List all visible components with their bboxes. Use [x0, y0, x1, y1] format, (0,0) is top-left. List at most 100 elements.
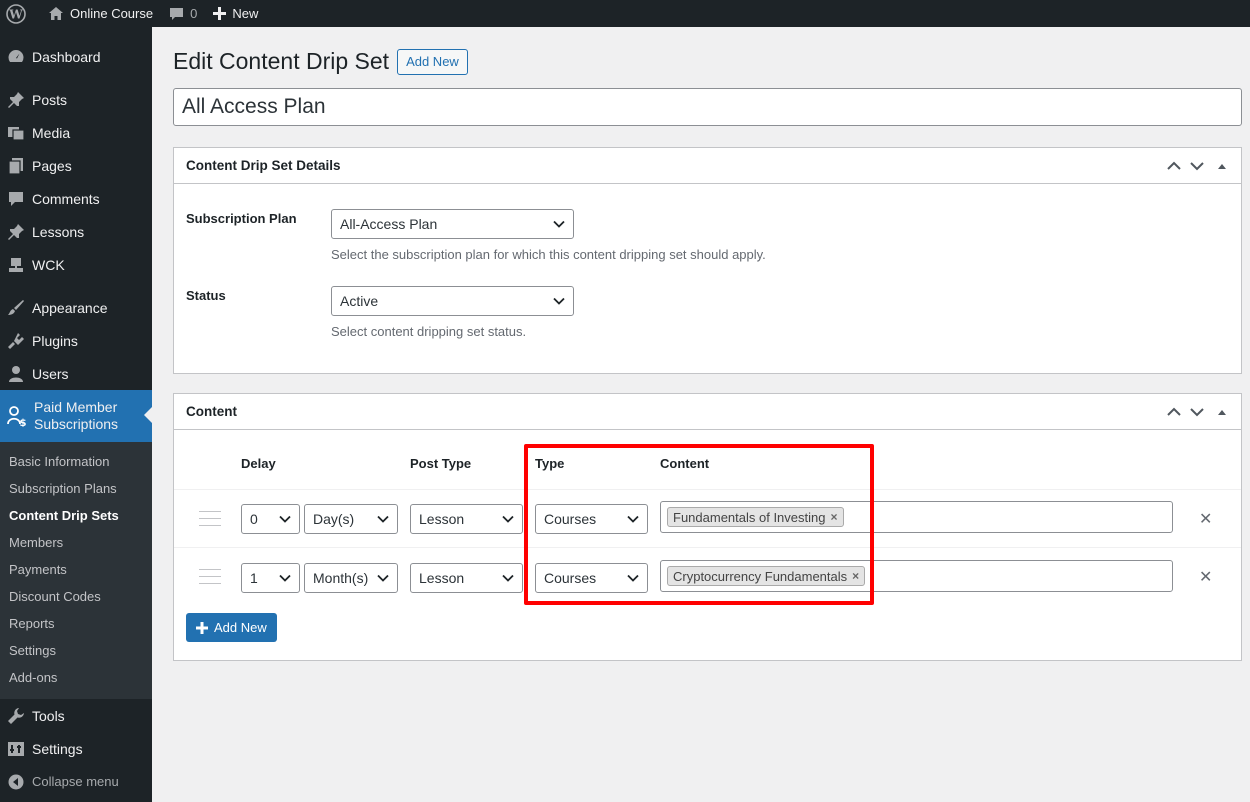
details-postbox-header[interactable]: Content Drip Set Details	[174, 148, 1241, 184]
dashboard-icon	[7, 48, 25, 66]
toggle-panel-icon[interactable]	[1213, 161, 1231, 171]
media-icon	[7, 124, 25, 142]
collapse-menu-button[interactable]: Collapse menu	[0, 765, 152, 798]
site-name-link[interactable]: Online Course	[40, 0, 161, 27]
type-select[interactable]: Courses	[535, 563, 648, 593]
tag-remove-icon[interactable]: ×	[830, 510, 837, 524]
subscription-plan-row: Subscription Plan All-Access Plan Select…	[186, 209, 766, 262]
wck-icon	[7, 256, 25, 274]
submenu-add-ons[interactable]: Add-ons	[0, 664, 152, 691]
chevron-down-icon	[377, 515, 389, 523]
comments-count: 0	[190, 6, 198, 21]
type-select[interactable]: Courses	[535, 504, 648, 534]
move-down-icon[interactable]	[1190, 407, 1204, 417]
content-postbox-header[interactable]: Content	[174, 394, 1241, 430]
sidebar-item-dashboard[interactable]: Dashboard	[0, 40, 152, 73]
delay-select[interactable]: 0	[241, 504, 300, 534]
content-select[interactable]: Fundamentals of Investing ×	[660, 501, 1173, 533]
move-up-icon[interactable]	[1167, 161, 1181, 171]
remove-row-icon[interactable]: ✕	[1199, 567, 1212, 587]
subscription-plan-value: All-Access Plan	[340, 216, 438, 232]
sidebar-item-media[interactable]: Media	[0, 116, 152, 149]
svg-text:W: W	[8, 7, 23, 21]
move-down-icon[interactable]	[1190, 161, 1204, 171]
delay-unit-select[interactable]: Month(s)	[304, 563, 398, 593]
sidebar-item-tools[interactable]: Tools	[0, 699, 152, 732]
sidebar-item-label: Dashboard	[32, 48, 101, 65]
drip-row: 0 Day(s) Lesson Courses Fundamentals of …	[174, 489, 1241, 547]
chevron-down-icon	[553, 297, 565, 305]
title-input[interactable]: All Access Plan	[173, 88, 1242, 126]
add-new-row-button[interactable]: Add New	[186, 613, 277, 642]
drag-handle[interactable]	[199, 569, 221, 590]
sidebar-item-comments[interactable]: Comments	[0, 182, 152, 215]
wrench-icon	[7, 707, 25, 725]
comments-link[interactable]: 0	[161, 0, 205, 27]
users-icon	[7, 365, 25, 383]
content-heading: Content	[186, 404, 237, 419]
post-type-select[interactable]: Lesson	[410, 504, 523, 534]
details-postbox: Content Drip Set Details Subscription Pl…	[173, 147, 1242, 374]
sidebar-item-appearance[interactable]: Appearance	[0, 291, 152, 324]
submenu-reports[interactable]: Reports	[0, 610, 152, 637]
subscription-plan-select[interactable]: All-Access Plan	[331, 209, 574, 239]
subscription-plan-description: Select the subscription plan for which t…	[331, 247, 766, 262]
delay-select[interactable]: 1	[241, 563, 300, 593]
delay-unit-select[interactable]: Day(s)	[304, 504, 398, 534]
sidebar-item-label: Plugins	[32, 332, 78, 349]
content-tag: Cryptocurrency Fundamentals ×	[667, 566, 866, 586]
submenu-members[interactable]: Members	[0, 529, 152, 556]
status-description: Select content dripping set status.	[331, 324, 527, 339]
plus-icon	[213, 7, 227, 20]
sidebar-item-label: Posts	[32, 91, 68, 108]
sidebar-item-label: Paid Member Subscriptions	[34, 399, 119, 432]
submenu-basic-information[interactable]: Basic Information	[0, 448, 152, 475]
wordpress-logo[interactable]: W	[0, 0, 34, 27]
submenu-discount-codes[interactable]: Discount Codes	[0, 583, 152, 610]
home-icon	[49, 7, 63, 20]
post-type-select[interactable]: Lesson	[410, 563, 523, 593]
sidebar-item-label: Comments	[32, 190, 100, 207]
sidebar-item-label: Pages	[32, 157, 72, 174]
column-post-type: Post Type	[410, 456, 472, 471]
tag-remove-icon[interactable]: ×	[852, 569, 859, 583]
collapse-icon	[7, 773, 25, 791]
plugin-icon	[7, 332, 25, 350]
sidebar-item-users[interactable]: Users	[0, 357, 152, 390]
sidebar-item-posts[interactable]: Posts	[0, 83, 152, 116]
svg-text:$: $	[20, 418, 27, 427]
submenu-settings[interactable]: Settings	[0, 637, 152, 664]
sidebar-item-settings[interactable]: Settings	[0, 732, 152, 765]
add-new-button[interactable]: Add New	[397, 48, 468, 75]
brush-icon	[7, 299, 25, 317]
submenu-payments[interactable]: Payments	[0, 556, 152, 583]
page-heading: Edit Content Drip Set Add New	[173, 48, 468, 75]
sidebar-item-pages[interactable]: Pages	[0, 149, 152, 182]
sidebar-item-wck[interactable]: WCK	[0, 248, 152, 281]
submenu-subscription-plans[interactable]: Subscription Plans	[0, 475, 152, 502]
status-row: Status Active Select content dripping se…	[186, 286, 574, 339]
new-label: New	[232, 6, 259, 21]
chevron-down-icon	[502, 574, 514, 582]
sidebar-item-plugins[interactable]: Plugins	[0, 324, 152, 357]
submenu-content-drip-sets[interactable]: Content Drip Sets	[0, 502, 152, 529]
pin-icon	[7, 91, 25, 109]
sidebar-item-paid-member-subscriptions[interactable]: $ Paid Member Subscriptions	[0, 390, 152, 442]
new-content-link[interactable]: New	[205, 0, 266, 27]
toggle-panel-icon[interactable]	[1213, 407, 1231, 417]
drag-handle[interactable]	[199, 511, 221, 532]
pin-icon	[7, 223, 25, 241]
chevron-down-icon	[279, 574, 291, 582]
status-value: Active	[340, 293, 379, 309]
sidebar-item-lessons[interactable]: Lessons	[0, 215, 152, 248]
content-tag-label: Cryptocurrency Fundamentals	[673, 568, 848, 584]
sidebar-item-label: Collapse menu	[32, 774, 119, 789]
site-name: Online Course	[70, 6, 154, 21]
content-select[interactable]: Cryptocurrency Fundamentals ×	[660, 560, 1173, 592]
pages-icon	[7, 157, 25, 175]
move-up-icon[interactable]	[1167, 407, 1181, 417]
sidebar-item-label: WCK	[32, 256, 65, 273]
status-select[interactable]: Active	[331, 286, 574, 316]
remove-row-icon[interactable]: ✕	[1199, 509, 1212, 529]
chevron-down-icon	[627, 515, 639, 523]
